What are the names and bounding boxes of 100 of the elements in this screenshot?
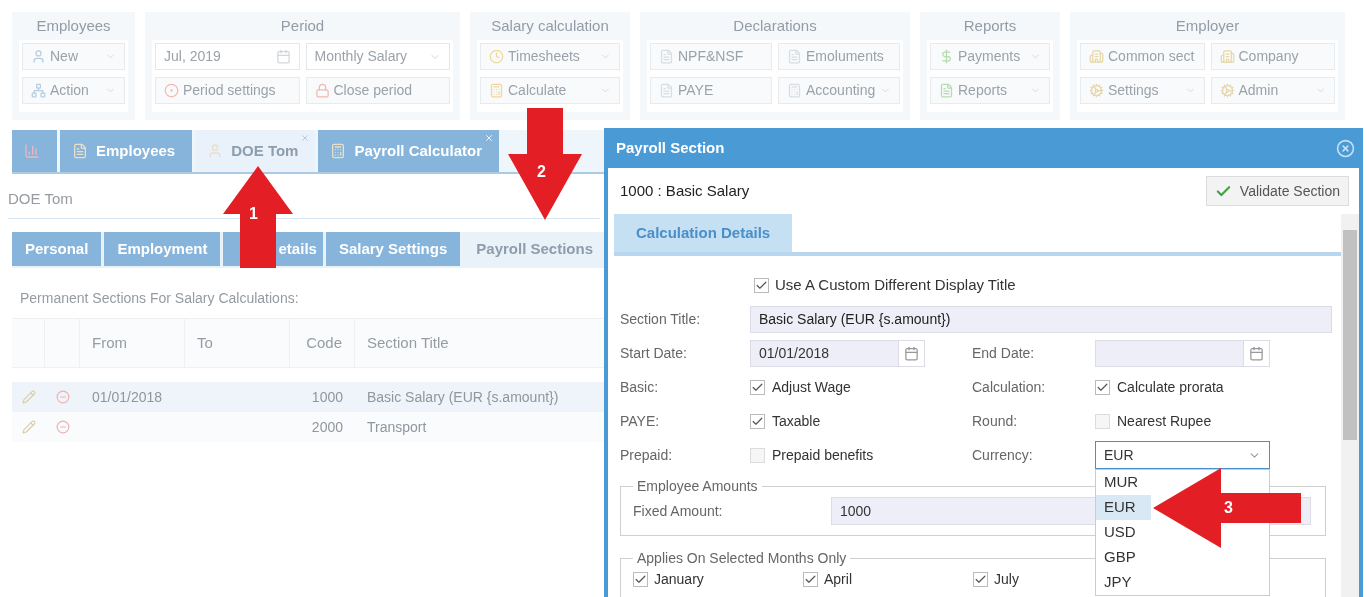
checkbox-label: Nearest Rupee	[1117, 411, 1212, 431]
ribbon-button[interactable]: Close period	[305, 77, 450, 104]
dialog-tab[interactable]: Calculation Details	[614, 214, 793, 252]
employee-name: DOE Tom	[8, 189, 74, 209]
table-cell: 1000	[311, 388, 343, 405]
group-title: Employees	[35, 16, 112, 36]
chart-icon	[24, 143, 40, 159]
step-number: 1	[249, 204, 258, 224]
ribbon-button[interactable]: Action	[22, 77, 125, 104]
ribbon-button[interactable]: Timesheets	[480, 43, 620, 70]
ribbon-icon	[31, 83, 46, 98]
ribbon-icon	[659, 83, 674, 98]
group-title: Employer	[1174, 16, 1241, 36]
edit-icon[interactable]	[21, 390, 36, 404]
checkbox[interactable]	[973, 572, 988, 587]
ribbon-icon	[1219, 83, 1235, 98]
ribbon-button[interactable]: New	[22, 43, 125, 70]
checkbox[interactable]	[750, 379, 765, 395]
table-cell: 01/01/2018	[92, 388, 163, 405]
sub-tab[interactable]: Salary Settings	[325, 232, 461, 266]
step-number: 2	[537, 162, 546, 182]
checkbox-label: Calculate prorata	[1117, 377, 1224, 397]
calendar-icon[interactable]	[1249, 345, 1264, 361]
ribbon-button[interactable]: Period settings	[155, 77, 300, 104]
ribbon-button[interactable]: Settings	[1080, 77, 1205, 104]
ribbon-button[interactable]: Common sect	[1080, 43, 1205, 70]
delete-icon[interactable]	[55, 390, 70, 404]
ribbon-icon	[1219, 49, 1235, 64]
field-label: Basic:	[620, 377, 660, 397]
ribbon-button[interactable]: Reports	[930, 77, 1050, 104]
table-cell: 2000	[311, 418, 343, 435]
section-heading: 1000 : Basic Salary	[620, 180, 750, 201]
checkbox-label: April	[824, 570, 852, 589]
field-label: Start Date:	[620, 343, 688, 363]
tab[interactable]: Payroll Calculator	[318, 130, 499, 172]
table-cell: Basic Salary (EUR {s.amount})	[367, 388, 559, 405]
section-title-field[interactable]: Basic Salary (EUR {s.amount})	[750, 305, 1332, 333]
checkbox-label: January	[654, 570, 704, 589]
ribbon-icon	[314, 83, 330, 98]
step-number: 3	[1224, 498, 1233, 518]
close-icon[interactable]	[300, 133, 311, 143]
ribbon-button[interactable]: NPF&NSF	[650, 43, 772, 70]
checkbox-label: Taxable	[772, 411, 821, 431]
group-title: Salary calculation	[490, 16, 610, 36]
section-caption: Permanent Sections For Salary Calculations:	[20, 289, 300, 308]
close-icon[interactable]	[1336, 138, 1355, 158]
period-date-field[interactable]: Jul, 2019	[155, 43, 300, 70]
tab[interactable]: DOE Tom	[195, 130, 316, 172]
column-header: From	[80, 319, 185, 367]
ribbon-button[interactable]: Admin	[1210, 77, 1335, 104]
tab[interactable]: Employees	[60, 130, 193, 172]
checkbox-label: July	[994, 570, 1019, 589]
dialog-title: Payroll Section	[616, 137, 725, 158]
tab[interactable]	[12, 130, 57, 172]
ribbon-button[interactable]: Emoluments	[778, 43, 900, 70]
column-header: Code	[290, 319, 355, 367]
field-label: Calculation:	[972, 377, 1047, 397]
column-header: To	[185, 319, 290, 367]
checkbox[interactable]	[1095, 413, 1110, 429]
edit-icon[interactable]	[21, 420, 36, 434]
close-icon[interactable]	[484, 133, 494, 143]
ribbon-icon	[164, 83, 179, 98]
salary-type-select[interactable]: Monthly Salary	[305, 43, 450, 70]
scrollbar[interactable]	[1341, 214, 1359, 597]
ribbon-icon	[787, 83, 802, 98]
check-icon	[634, 573, 647, 586]
calendar-icon[interactable]	[904, 345, 919, 361]
delete-icon[interactable]	[55, 420, 70, 434]
ribbon-button[interactable]: Company	[1210, 43, 1335, 70]
ribbon-icon	[787, 49, 802, 64]
checkbox[interactable]	[750, 447, 765, 463]
ribbon-button[interactable]: Calculate	[480, 77, 620, 104]
dropdown-option[interactable]: EUR	[1096, 495, 1151, 520]
ribbon-button[interactable]: Payments	[930, 43, 1050, 70]
checkbox[interactable]	[1095, 379, 1110, 395]
list-icon	[72, 143, 88, 159]
ribbon-icon	[1089, 83, 1104, 98]
field-label: Prepaid:	[620, 445, 674, 465]
ribbon-icon	[1089, 49, 1104, 64]
field-label: Fixed Amount:	[633, 501, 724, 521]
checkbox-label: Adjust Wage	[772, 377, 851, 397]
currency-select[interactable]: EUR	[1095, 441, 1270, 469]
field-label: Round:	[972, 411, 1019, 431]
date-field[interactable]: 01/01/2018	[750, 339, 925, 367]
ribbon-icon	[489, 49, 504, 64]
ribbon-button[interactable]: Accounting	[778, 77, 900, 104]
checkbox[interactable]	[633, 572, 648, 587]
sub-tab[interactable]: Personal	[12, 232, 102, 266]
ribbon-button[interactable]: PAYE	[650, 77, 772, 104]
date-field[interactable]	[1095, 339, 1270, 367]
ribbon-icon	[31, 49, 46, 64]
checkbox[interactable]	[750, 413, 765, 429]
field-label: End Date:	[972, 343, 1036, 363]
validate-button[interactable]: Validate Section	[1205, 176, 1349, 206]
sub-tab[interactable]: Employment	[104, 232, 221, 266]
check-icon	[974, 573, 987, 586]
checkbox-label: Prepaid benefits	[772, 445, 874, 465]
checkbox[interactable]	[754, 277, 769, 293]
checkbox[interactable]	[803, 572, 818, 587]
checkbox-label: Use A Custom Different Display Title	[775, 274, 1016, 295]
